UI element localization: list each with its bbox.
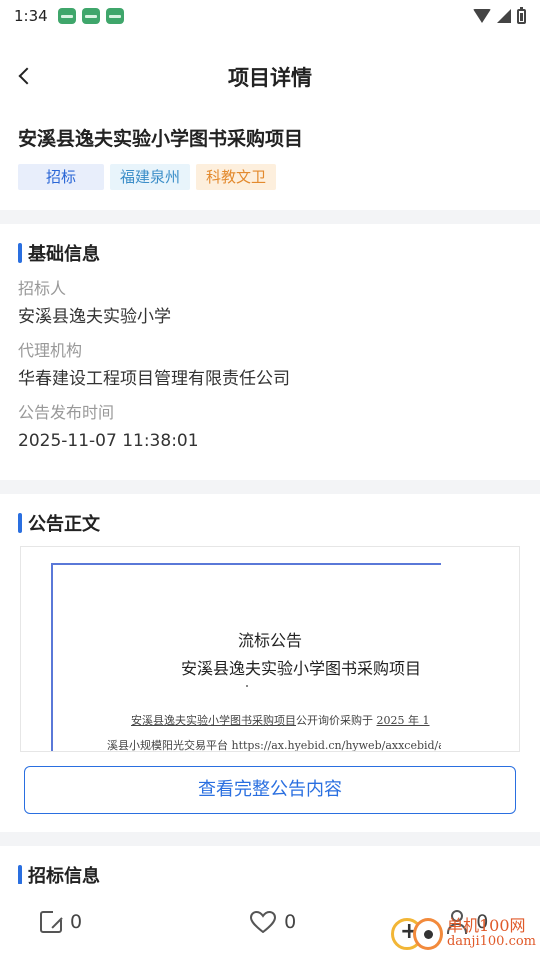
heart-icon bbox=[250, 911, 277, 933]
project-tags: 招标 福建泉州 科教文卫 bbox=[18, 164, 522, 190]
back-arrow-icon[interactable] bbox=[16, 65, 38, 87]
doc-line-1: 安溪县逸夫实验小学图书采购项目公开询价采购于 2025 年 1 bbox=[131, 714, 430, 727]
announcement-section: 公告正文 流标公告 安溪县逸夫实验小学图书采购项目 安溪县逸夫实验小学图书采购项… bbox=[0, 494, 540, 832]
tenderer-value: 安溪县逸夫实验小学 bbox=[18, 307, 171, 327]
signal-icon bbox=[497, 9, 511, 23]
like-button[interactable]: 0 bbox=[250, 911, 296, 933]
doc-line-2: 溪县小规模阳光交易平台 https://ax.hyebid.cn/hyweb/a… bbox=[107, 739, 458, 752]
project-header: 安溪县逸夫实验小学图书采购项目 招标 福建泉州 科教文卫 bbox=[0, 122, 540, 210]
tag-category: 科教文卫 bbox=[196, 164, 277, 190]
app-notification-icon bbox=[81, 8, 100, 24]
doc-subtitle: 安溪县逸夫实验小学图书采购项目 bbox=[181, 659, 422, 678]
battery-icon bbox=[517, 6, 526, 24]
status-bar: 1:34 bbox=[0, 0, 540, 32]
tag-type: 招标 bbox=[18, 164, 104, 190]
watermark-cn: 单机100网 bbox=[446, 916, 526, 935]
publish-time-value: 2025-11-07 11:38:01 bbox=[18, 431, 199, 451]
section-marker bbox=[18, 243, 22, 263]
share-count: 0 bbox=[70, 911, 83, 933]
app-notification-icon bbox=[105, 8, 124, 24]
project-title: 安溪县逸夫实验小学图书采购项目 bbox=[18, 128, 304, 150]
publish-time-label: 公告发布时间 bbox=[18, 403, 115, 422]
section-title: 公告正文 bbox=[28, 514, 100, 535]
section-marker bbox=[18, 865, 22, 885]
watermark-en: danji100.com bbox=[446, 934, 536, 949]
status-time: 1:34 bbox=[14, 7, 48, 25]
tenderer-label: 招标人 bbox=[18, 279, 67, 298]
basic-info-section: 基础信息 招标人 安溪县逸夫实验小学 代理机构 华春建设工程项目管理有限责任公司… bbox=[0, 224, 540, 480]
view-full-announcement-button[interactable]: 查看完整公告内容 bbox=[24, 766, 516, 814]
like-count: 0 bbox=[284, 911, 297, 933]
doc-dot bbox=[246, 685, 248, 687]
agency-label: 代理机构 bbox=[18, 341, 83, 360]
watermark-logo-icon bbox=[389, 912, 443, 956]
section-marker bbox=[18, 513, 22, 533]
share-icon bbox=[40, 910, 63, 933]
announcement-preview[interactable]: 流标公告 安溪县逸夫实验小学图书采购项目 安溪县逸夫实验小学图书采购项目公开询价… bbox=[20, 546, 520, 752]
share-button[interactable]: 0 bbox=[40, 910, 83, 933]
app-notification-icon bbox=[57, 8, 76, 24]
page-title: 项目详情 bbox=[228, 66, 312, 90]
watermark: 单机100网 danji100.com bbox=[389, 912, 536, 956]
nav-bar: 项目详情 bbox=[0, 32, 540, 122]
tag-region: 福建泉州 bbox=[110, 164, 191, 190]
section-title: 基础信息 bbox=[28, 244, 100, 265]
agency-value: 华春建设工程项目管理有限责任公司 bbox=[18, 369, 290, 389]
wifi-icon bbox=[473, 9, 491, 23]
